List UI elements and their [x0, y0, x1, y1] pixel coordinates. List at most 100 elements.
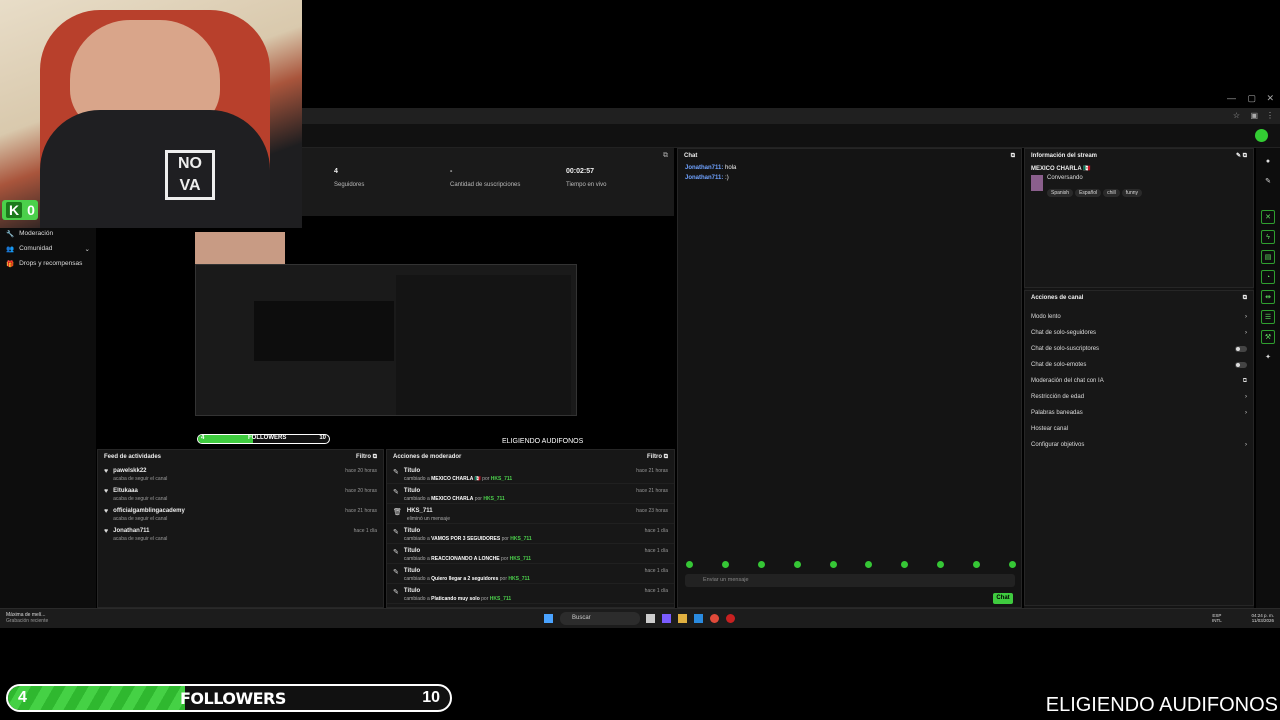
emote-icon[interactable]: [937, 561, 945, 568]
sidebar-item-drops[interactable]: 🎁 Drops y recompensas: [0, 256, 96, 271]
mod-filter-button[interactable]: Filtro: [647, 454, 662, 460]
feed-time: hace 20 horas: [345, 468, 377, 474]
users-icon[interactable]: ☰: [1261, 310, 1275, 324]
popout-icon[interactable]: ⧉: [373, 454, 377, 460]
feed-user[interactable]: Eltukaaa: [113, 488, 167, 494]
mod-action-title: Título: [403, 588, 421, 594]
emote-icon[interactable]: [721, 561, 729, 568]
feed-item[interactable]: ♥ officialgamblingacademy acaba de segui…: [98, 504, 383, 524]
emote-icon[interactable]: [865, 561, 873, 568]
chat-input[interactable]: Enviar un mensaje: [685, 574, 1015, 587]
channel-action-label: Moderación del chat con IA: [1031, 378, 1104, 384]
popout-icon[interactable]: ⧉: [1243, 295, 1247, 302]
heart-icon: ♥: [104, 528, 109, 535]
feed-item[interactable]: ♥ Jonathan711 acaba de seguir el canal h…: [98, 524, 383, 544]
channel-action-row[interactable]: Chat de solo-seguidores ›: [1025, 325, 1253, 341]
star-icon[interactable]: ☆: [1233, 111, 1240, 120]
wrench-icon[interactable]: ⚒: [1261, 330, 1275, 344]
speech-icon[interactable]: ◔: [1261, 270, 1275, 284]
feed-user[interactable]: pawelskk22: [113, 468, 167, 474]
mod-action-time: hace 23 horas: [636, 508, 668, 514]
settings-icon[interactable]: ●: [1261, 154, 1275, 168]
popout-icon[interactable]: ⧉: [664, 454, 668, 460]
stat-followers: 4 Seguidores: [334, 168, 365, 188]
popout-icon[interactable]: ⧉: [663, 152, 668, 160]
edit-icon: ✎: [393, 529, 399, 536]
channel-action-row[interactable]: Palabras baneadas ›: [1025, 405, 1253, 421]
raid-icon[interactable]: ⇹: [1261, 290, 1275, 304]
sidebar-item-moderation[interactable]: 🔧 Moderación: [0, 226, 96, 241]
bolt-icon[interactable]: ϟ: [1261, 230, 1275, 244]
external-link-icon: ⧉: [1242, 377, 1247, 384]
stream-tag[interactable]: chill: [1103, 189, 1120, 197]
feed-time: hace 1 día: [353, 528, 377, 534]
emote-icon[interactable]: [686, 561, 693, 568]
mod-action-item: ✎ Título cambiado a VAMOS POR 3 SEGUIDOR…: [387, 524, 674, 544]
channel-action-row[interactable]: Modo lento ›: [1025, 309, 1253, 325]
toggle-switch[interactable]: [1235, 362, 1247, 368]
stream-preview[interactable]: ELIGIENDO AUDIFONOS: [96, 232, 676, 447]
minimize-icon[interactable]: —: [1227, 93, 1236, 103]
activity-filter-button[interactable]: Filtro: [356, 454, 371, 460]
start-icon[interactable]: [544, 614, 553, 623]
clock[interactable]: 04:24 p. m. 11/03/2026: [1251, 613, 1274, 623]
maximize-icon[interactable]: ▢: [1247, 93, 1256, 104]
sidebar-item-community[interactable]: 👥 Comunidad ⌄: [0, 241, 96, 256]
stream-info-panel: Información del stream ✎ ⧉ MEXICO CHARLA …: [1024, 148, 1254, 288]
emote-icon[interactable]: [973, 561, 980, 568]
feed-sub: acaba de seguir el canal: [113, 536, 168, 542]
feed-item[interactable]: ♥ pawelskk22 acaba de seguir el canal ha…: [98, 464, 383, 484]
chat-message: Jonathan711: :): [685, 175, 729, 181]
channel-action-row[interactable]: Restricción de edad ›: [1025, 389, 1253, 405]
obs-icon[interactable]: [726, 614, 735, 623]
stream-tag[interactable]: funny: [1121, 189, 1143, 197]
clipboard-icon[interactable]: ▤: [1261, 250, 1275, 264]
feed-user[interactable]: officialgamblingacademy: [113, 508, 185, 514]
os-taskbar: Máxima de melí... Grabación reciente Busc…: [0, 608, 1280, 628]
stream-tag[interactable]: Spanish: [1047, 189, 1074, 197]
emote-icon[interactable]: [901, 561, 909, 568]
channel-actions-list: Modo lento › Chat de solo-seguidores › Chat …: [1025, 305, 1253, 453]
activity-feed-list: ♥ pawelskk22 acaba de seguir el canal ha…: [98, 464, 383, 544]
popout-icon[interactable]: ⧉: [1243, 153, 1247, 159]
channel-action-row[interactable]: Moderación del chat con IA ⧉: [1025, 373, 1253, 389]
emote-icon[interactable]: [793, 561, 801, 568]
copilot-icon[interactable]: [662, 614, 671, 623]
feed-item[interactable]: ♥ Eltukaaa acaba de seguir el canal hace…: [98, 484, 383, 504]
language-indicator[interactable]: ESP INTL: [1212, 613, 1222, 623]
popout-icon[interactable]: ⧉: [1011, 153, 1015, 160]
feed-user[interactable]: Jonathan711: [113, 528, 167, 534]
emote-icon[interactable]: [757, 561, 765, 568]
puzzle-icon[interactable]: ✦: [1261, 350, 1275, 364]
taskbar-search[interactable]: Buscar: [560, 612, 640, 625]
preview-caption: ELIGIENDO AUDIFONOS: [502, 438, 584, 445]
stat-subscriptions: - Cantidad de suscripciones: [450, 168, 521, 188]
emote-icon[interactable]: [1008, 561, 1016, 568]
now-playing[interactable]: Máxima de melí... Grabación reciente: [6, 612, 48, 624]
stat-live-time: 00:02:57 Tiempo en vivo: [566, 168, 607, 188]
emote-icon[interactable]: [829, 561, 837, 568]
folder-icon[interactable]: [678, 614, 687, 623]
mod-action-time: hace 1 día: [644, 528, 668, 534]
channel-action-row[interactable]: Chat de solo-suscriptores: [1025, 341, 1253, 357]
menu-icon[interactable]: ⋮: [1266, 111, 1274, 120]
mod-actions-panel: Acciones de moderador Filtro ⧉ ✎ Título c…: [386, 449, 675, 608]
edit-icon[interactable]: ✎: [1236, 153, 1241, 159]
channel-action-row[interactable]: Hostear canal: [1025, 421, 1253, 437]
edge-icon[interactable]: [694, 614, 703, 623]
channel-action-label: Restricción de edad: [1031, 394, 1085, 400]
toggle-switch[interactable]: [1235, 346, 1247, 352]
pencil-icon[interactable]: ✎: [1261, 174, 1275, 188]
channel-action-label: Modo lento: [1031, 314, 1061, 320]
user-avatar[interactable]: [1255, 129, 1268, 142]
extensions-icon[interactable]: ▣: [1250, 111, 1258, 120]
channel-action-label: Configurar objetivos: [1031, 442, 1085, 448]
close-icon[interactable]: ✕: [1266, 93, 1274, 104]
shield-icon[interactable]: ✕: [1261, 210, 1275, 224]
chrome-icon[interactable]: [710, 614, 719, 623]
stream-tag[interactable]: Español: [1075, 189, 1102, 197]
channel-action-row[interactable]: Configurar objetivos ›: [1025, 437, 1253, 453]
taskview-icon[interactable]: [646, 614, 655, 623]
channel-action-row[interactable]: Chat de solo-emotes: [1025, 357, 1253, 373]
chat-send-button[interactable]: Chat: [993, 593, 1013, 604]
